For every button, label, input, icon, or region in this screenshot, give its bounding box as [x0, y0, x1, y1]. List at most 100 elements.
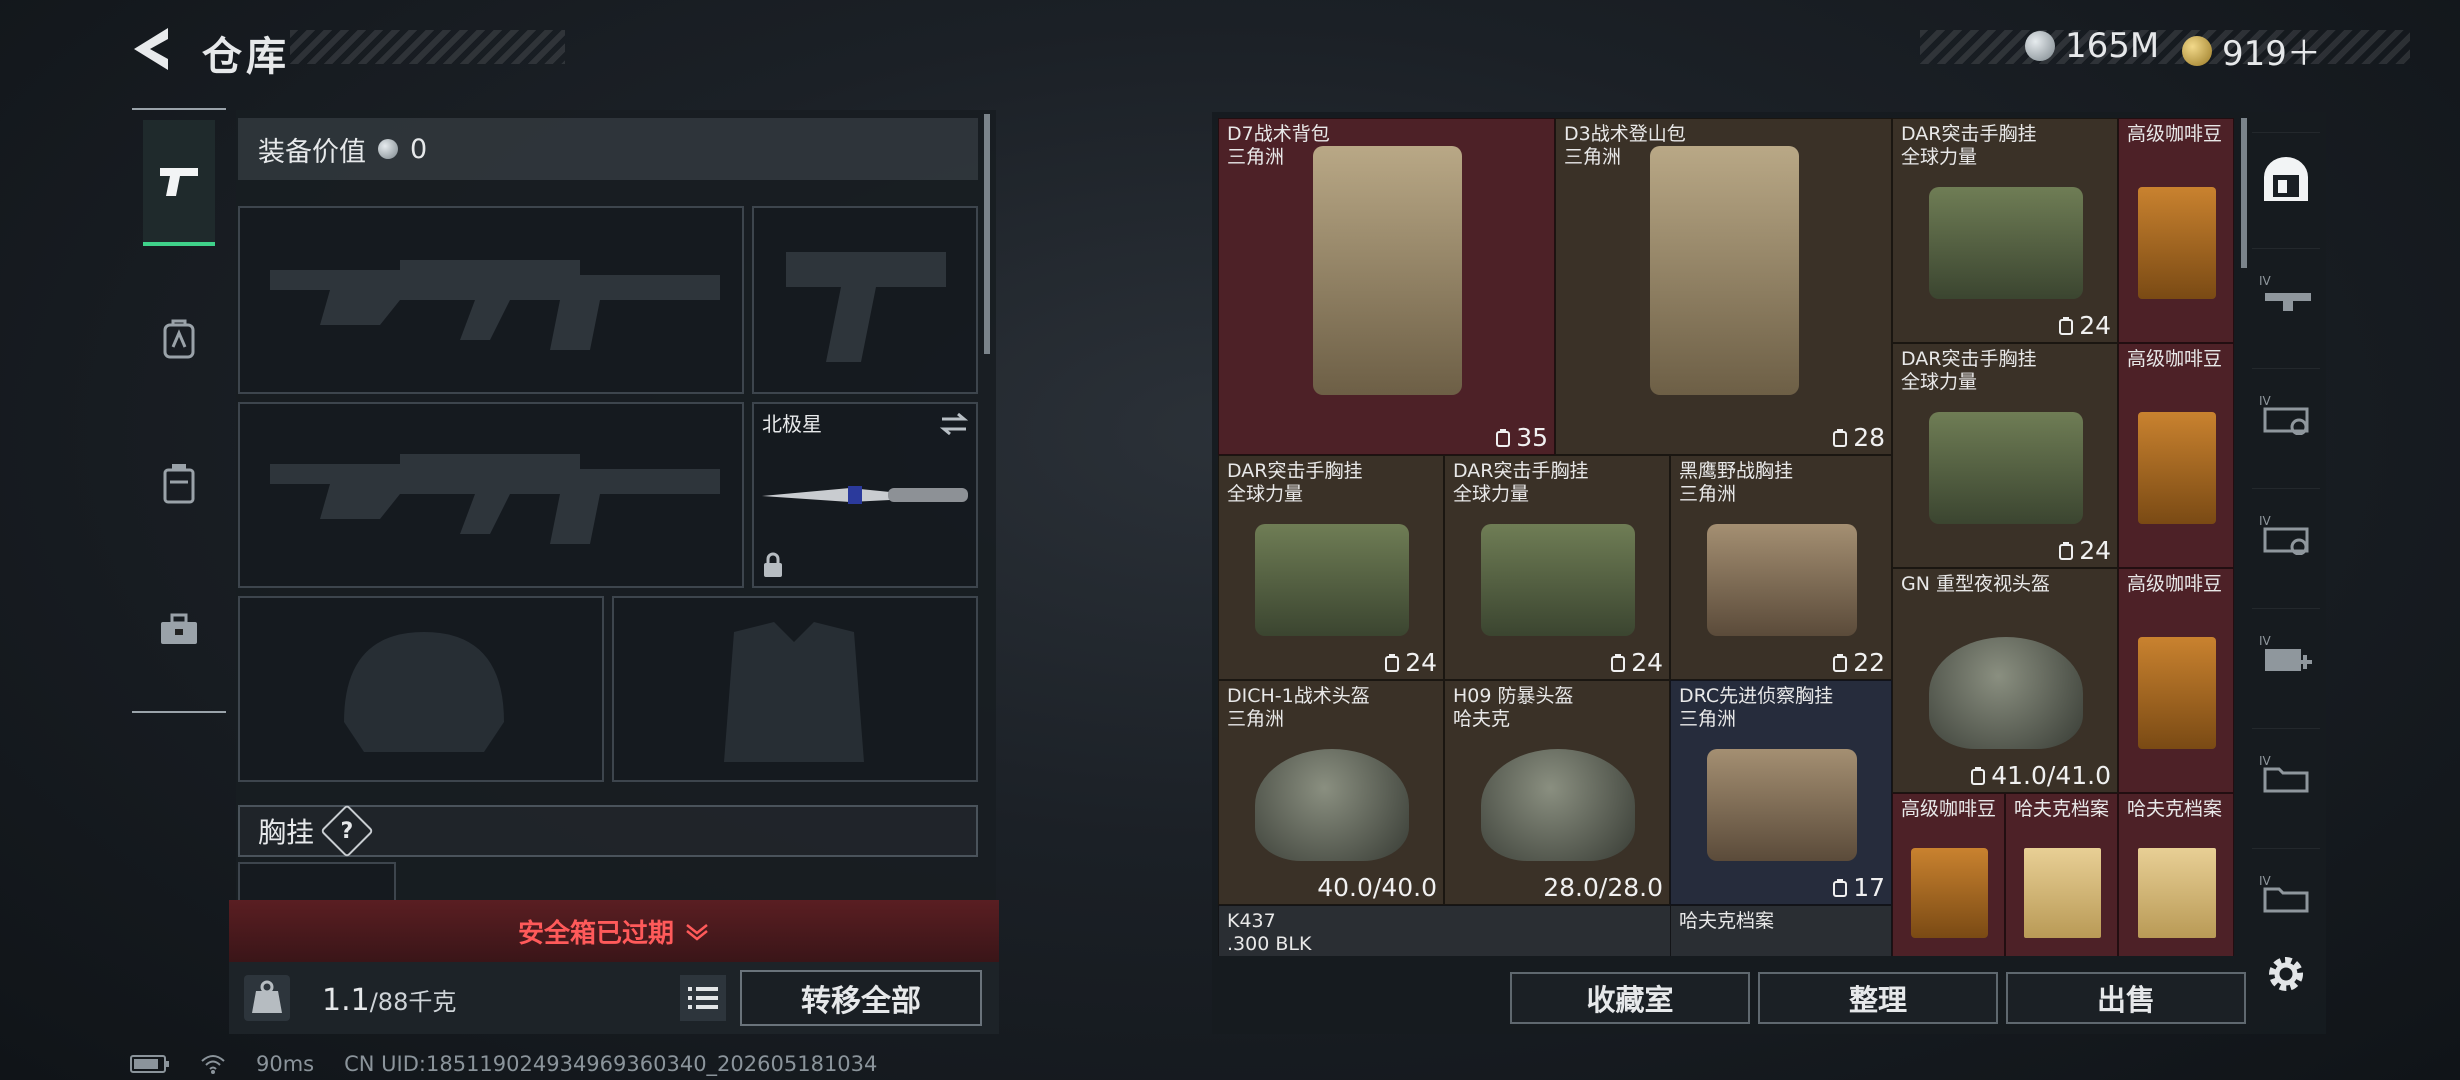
stash-item[interactable]: 高级咖啡豆: [2118, 343, 2234, 568]
help-icon[interactable]: ?: [320, 804, 374, 858]
loadout-scrollbar[interactable]: [984, 114, 990, 354]
item-name: 哈夫克档案: [1679, 910, 1775, 932]
stash-item[interactable]: DICH-1战术头盔 三角洲 40.0/40.0: [1218, 680, 1444, 905]
list-view-button[interactable]: [680, 975, 726, 1021]
ping: 90ms: [256, 1052, 315, 1076]
item-count: 24: [1384, 648, 1437, 677]
stash-item[interactable]: 哈夫克档案: [1670, 905, 1892, 956]
stash-item[interactable]: DAR突击手胸挂 全球力量 24: [1892, 343, 2118, 568]
pistol-icon: [160, 168, 198, 196]
swap-icon[interactable]: [938, 410, 970, 438]
stash-item[interactable]: H09 防暴头盔 哈夫克 28.0/28.0: [1444, 680, 1670, 905]
item-name: 哈夫克档案: [2127, 798, 2223, 820]
collection-room-button[interactable]: 收藏室: [1510, 972, 1750, 1024]
equip-value-label: 装备价值: [258, 136, 366, 168]
armor-slot[interactable]: [612, 596, 978, 782]
storage-box-icon: IV: [2259, 394, 2309, 435]
tab-storage-1[interactable]: IV: [2252, 248, 2320, 336]
item-name: DAR突击手胸挂: [1227, 460, 1363, 482]
tab-storage-2[interactable]: IV: [2252, 368, 2320, 456]
item-subtitle: 全球力量: [1227, 483, 1304, 505]
item-image: [1706, 523, 1858, 636]
tab-warehouse[interactable]: [2252, 132, 2320, 224]
back-button[interactable]: [130, 26, 180, 72]
melee-slot[interactable]: 北极星: [752, 402, 978, 588]
equipment-value-header: 装备价值 0: [238, 118, 978, 180]
item-subtitle: .300 BLK: [1227, 933, 1312, 955]
item-image: [1255, 523, 1409, 636]
backpack-icon: [163, 319, 195, 359]
item-count: 28: [1832, 423, 1885, 452]
case-icon: [163, 464, 195, 504]
title-stripe-decoration: [290, 30, 565, 64]
stash-item[interactable]: DAR突击手胸挂 全球力量 24: [1444, 455, 1670, 680]
primary-weapon-slot[interactable]: [238, 206, 744, 394]
item-image: [1929, 186, 2083, 299]
item-count: 35: [1495, 423, 1548, 452]
currency-gold[interactable]: 919＋: [2182, 26, 2321, 75]
currency-silver-value: 165M: [2065, 26, 2160, 66]
tab-folder-storage-1[interactable]: IV: [2252, 728, 2320, 816]
stash-item[interactable]: DAR突击手胸挂 全球力量 24: [1218, 455, 1444, 680]
weight-icon: [244, 975, 290, 1021]
item-name: D3战术登山包: [1564, 123, 1686, 145]
safebox-expired-banner[interactable]: 安全箱已过期: [229, 900, 999, 962]
item-name: DAR突击手胸挂: [1901, 123, 2037, 145]
secondary-weapon-slot[interactable]: [752, 206, 978, 394]
item-count-value: 41.0/41.0: [1991, 761, 2111, 790]
item-image: [1481, 523, 1635, 636]
weapon-crate-icon: IV: [2259, 274, 2311, 311]
transfer-all-button[interactable]: 转移全部: [740, 970, 982, 1026]
uid: CN UID:185119024934969360340_20260518103…: [344, 1052, 878, 1076]
item-name: DRC先进侦察胸挂: [1679, 685, 1834, 707]
item-count-value: 17: [1853, 873, 1885, 902]
tab-toolbox[interactable]: [143, 566, 215, 692]
secondary-primary-weapon-slot[interactable]: [238, 402, 744, 588]
item-subtitle: 全球力量: [1453, 483, 1530, 505]
currency-silver[interactable]: 165M: [2025, 26, 2159, 66]
tab-backpack[interactable]: [143, 276, 215, 402]
stash-item[interactable]: GN 重型夜视头盔 41.0/41.0: [1892, 568, 2118, 793]
item-name: 高级咖啡豆: [1901, 798, 1997, 820]
item-count: 28.0/28.0: [1543, 873, 1663, 902]
stash-item[interactable]: 哈夫克档案: [2118, 793, 2234, 956]
stash-item[interactable]: 黑鹰野战胸挂 三角洲 22: [1670, 455, 1892, 680]
item-image: [2137, 636, 2217, 749]
stash-item[interactable]: D7战术背包 三角洲 35: [1218, 118, 1555, 455]
item-name: GN 重型夜视头盔: [1901, 573, 2050, 595]
stash-item[interactable]: D3战术登山包 三角洲 28: [1555, 118, 1892, 455]
item-name: K437: [1227, 910, 1276, 932]
stash-item[interactable]: 高级咖啡豆: [2118, 118, 2234, 343]
chest-rig-slot[interactable]: [238, 862, 396, 902]
armor-silhouette-icon: [724, 622, 864, 762]
item-name: 高级咖啡豆: [2127, 348, 2223, 370]
settings-button[interactable]: [2264, 952, 2308, 996]
item-image: [1255, 748, 1409, 861]
sell-button[interactable]: 出售: [2006, 972, 2246, 1024]
stash-item[interactable]: 高级咖啡豆: [1892, 793, 2005, 956]
item-name: 黑鹰野战胸挂: [1679, 460, 1794, 482]
tab-weapons[interactable]: [143, 120, 215, 246]
silver-coin-icon: [378, 139, 398, 159]
tab-folder-storage-2[interactable]: IV: [2252, 848, 2320, 936]
chest-rig-icon: [1611, 653, 1626, 672]
stash-item[interactable]: 高级咖啡豆: [2118, 568, 2234, 793]
stash-scrollbar[interactable]: [2241, 118, 2247, 268]
helmet-slot[interactable]: [238, 596, 604, 782]
item-count: 24: [2058, 311, 2111, 340]
stash-item[interactable]: DAR突击手胸挂 全球力量 24: [1892, 118, 2118, 343]
item-subtitle: 三角洲: [1227, 708, 1285, 730]
item-subtitle: 三角洲: [1679, 483, 1737, 505]
item-count-value: 22: [1853, 648, 1885, 677]
tab-case[interactable]: [143, 420, 215, 546]
item-subtitle: 三角洲: [1679, 708, 1737, 730]
tab-storage-3[interactable]: IV: [2252, 488, 2320, 576]
chest-rig-icon: [2059, 541, 2074, 560]
chest-rig-icon: [2059, 316, 2074, 335]
svg-text:IV: IV: [2259, 874, 2272, 888]
stash-item[interactable]: DRC先进侦察胸挂 三角洲 17: [1670, 680, 1892, 905]
stash-item[interactable]: 哈夫克档案: [2005, 793, 2118, 956]
lock-icon: [764, 552, 782, 577]
tab-medical-storage[interactable]: IV: [2252, 608, 2320, 696]
sort-button[interactable]: 整理: [1758, 972, 1998, 1024]
